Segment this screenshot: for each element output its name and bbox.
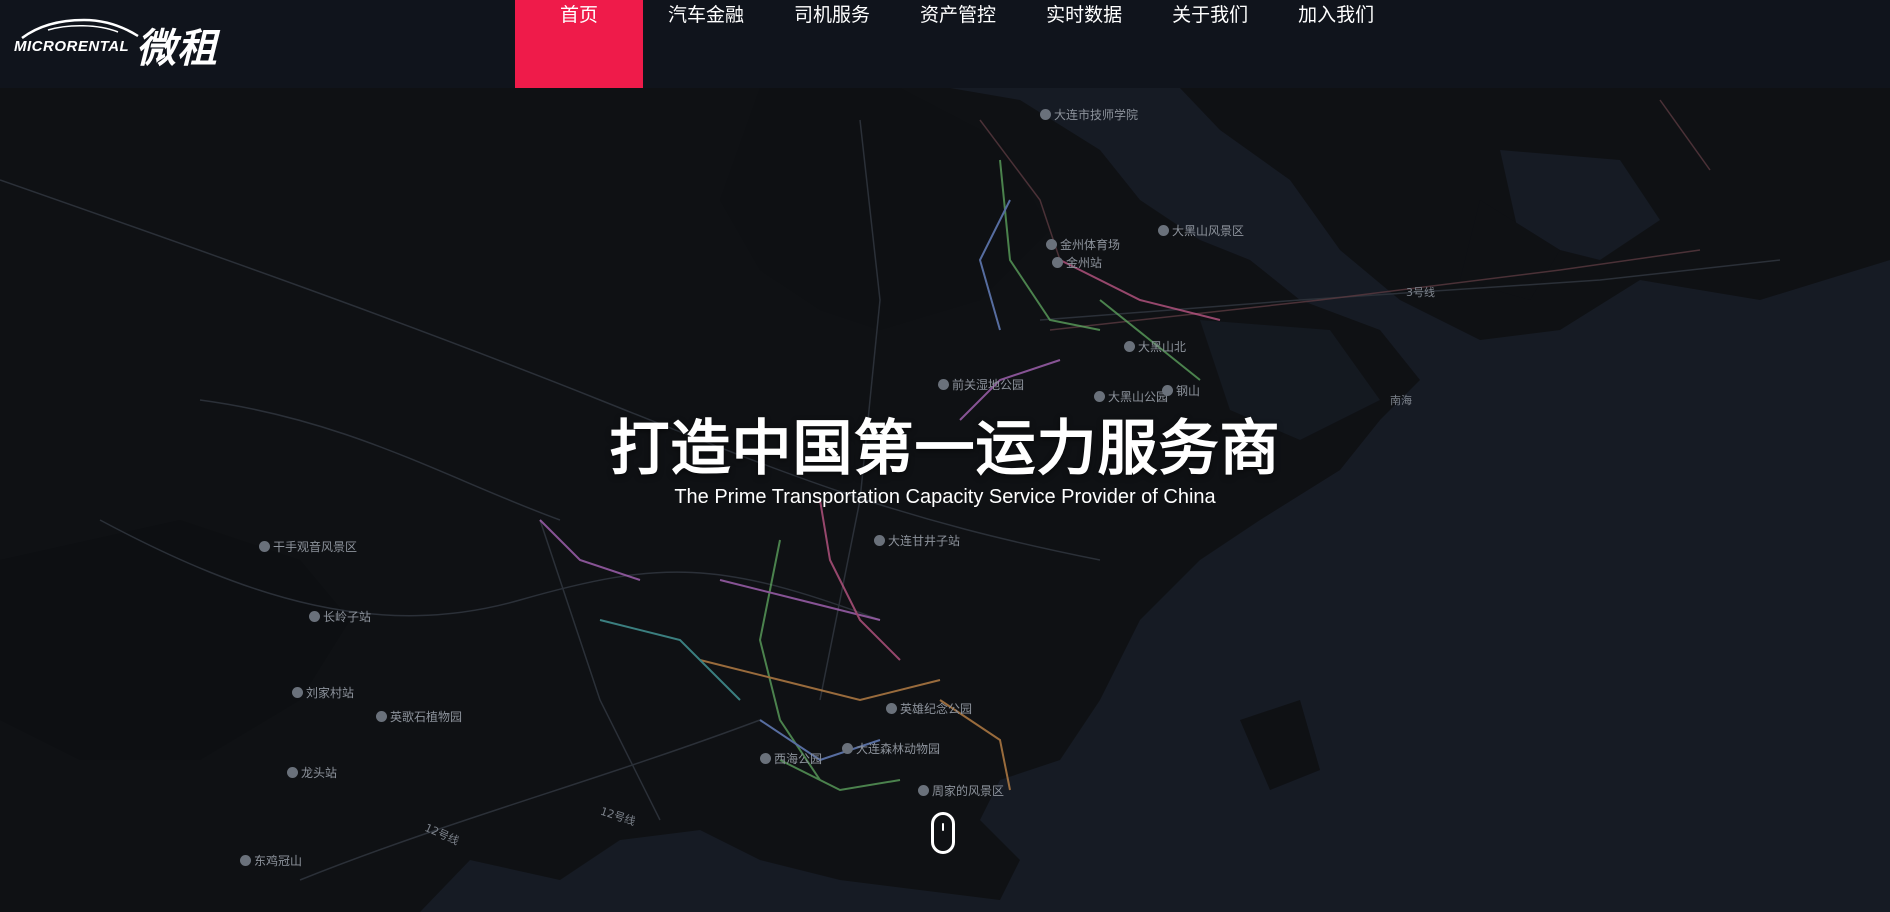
poi-marker-icon	[918, 785, 929, 796]
poi-marker-icon	[938, 379, 949, 390]
map-poi: 大连森林动物园	[842, 740, 940, 757]
poi-marker-icon	[309, 611, 320, 622]
poi-label: 干手观音风景区	[273, 540, 358, 554]
poi-label: 周家的风景区	[932, 784, 1005, 798]
map-poi: 大连市技师学院	[1040, 106, 1138, 123]
poi-label: 金州体育场	[1060, 238, 1121, 252]
map-poi: 刘家村站	[292, 684, 354, 701]
poi-label: 西海公园	[774, 752, 823, 766]
poi-marker-icon	[240, 855, 251, 866]
poi-marker-icon	[292, 687, 303, 698]
poi-marker-icon	[376, 711, 387, 722]
poi-label: 龙头站	[301, 766, 338, 780]
poi-marker-icon	[874, 535, 885, 546]
poi-marker-icon	[842, 743, 853, 754]
hero-subtitle: The Prime Transportation Capacity Servic…	[674, 486, 1216, 508]
map-poi: 周家的风景区	[918, 782, 1004, 799]
poi-label: 英歌石植物园	[390, 710, 463, 724]
logo-wordmark: MICRORENTAL	[14, 38, 130, 55]
map-poi: 长岭子站	[309, 608, 371, 625]
poi-marker-icon	[1124, 341, 1135, 352]
poi-label: 金州站	[1066, 256, 1103, 270]
map-poi: 英歌石植物园	[376, 708, 462, 725]
poi-label: 钢山	[1176, 384, 1201, 398]
nav-item-asset-control[interactable]: 资产管控	[895, 0, 1021, 88]
map-poi: 金州站	[1052, 254, 1102, 271]
logo-chinese-name: 微租	[136, 26, 218, 72]
poi-label: 东鸡冠山	[254, 854, 303, 868]
poi-label: 前关湿地公园	[952, 378, 1025, 392]
map-poi: 前关湿地公园	[938, 376, 1024, 393]
hero-title: 打造中国第一运力服务商	[609, 414, 1281, 484]
map-poi: 钢山	[1162, 382, 1200, 399]
poi-label: 刘家村站	[306, 686, 355, 700]
poi-marker-icon	[886, 703, 897, 714]
poi-marker-icon	[1158, 225, 1169, 236]
map-poi: 干手观音风景区	[259, 538, 357, 555]
scroll-down-mouse-icon[interactable]	[931, 812, 955, 854]
poi-label: 大连森林动物园	[856, 742, 941, 756]
nav-item-auto-finance[interactable]: 汽车金融	[643, 0, 769, 88]
poi-label: 长岭子站	[323, 610, 372, 624]
scroll-wheel-indicator	[942, 823, 944, 831]
poi-label: 英雄纪念公园	[900, 702, 973, 716]
poi-marker-icon	[287, 767, 298, 778]
nav-item-realtime-data[interactable]: 实时数据	[1021, 0, 1147, 88]
poi-marker-icon	[259, 541, 270, 552]
nav-item-about-us[interactable]: 关于我们	[1147, 0, 1273, 88]
road-label: 3号线	[1406, 286, 1435, 299]
poi-label: 大黑山北	[1138, 340, 1187, 354]
nav-item-join-us[interactable]: 加入我们	[1273, 0, 1399, 88]
map-poi: 大连甘井子站	[874, 532, 960, 549]
map-poi: 东鸡冠山	[240, 852, 302, 869]
poi-marker-icon	[1162, 385, 1173, 396]
main-nav: 首页 汽车金融 司机服务 资产管控 实时数据 关于我们 加入我们	[515, 0, 1399, 88]
nav-item-driver-service[interactable]: 司机服务	[769, 0, 895, 88]
poi-label: 大连甘井子站	[888, 534, 961, 548]
top-navbar: MICRORENTAL 微租 首页 汽车金融 司机服务 资产管控 实时数据 关于…	[0, 0, 1890, 88]
poi-label: 大黑山风景区	[1172, 224, 1245, 238]
map-poi: 金州体育场	[1046, 236, 1120, 253]
brand-logo[interactable]: MICRORENTAL 微租	[14, 14, 224, 72]
map-poi: 西海公园	[760, 750, 822, 767]
poi-label: 大连市技师学院	[1054, 108, 1139, 122]
poi-marker-icon	[760, 753, 771, 764]
poi-marker-icon	[1052, 257, 1063, 268]
map-poi: 英雄纪念公园	[886, 700, 972, 717]
poi-marker-icon	[1046, 239, 1057, 250]
poi-marker-icon	[1040, 109, 1051, 120]
map-poi: 大黑山北	[1124, 338, 1186, 355]
map-poi: 龙头站	[287, 764, 337, 781]
map-poi: 大黑山风景区	[1158, 222, 1244, 239]
nav-item-home[interactable]: 首页	[515, 0, 644, 88]
